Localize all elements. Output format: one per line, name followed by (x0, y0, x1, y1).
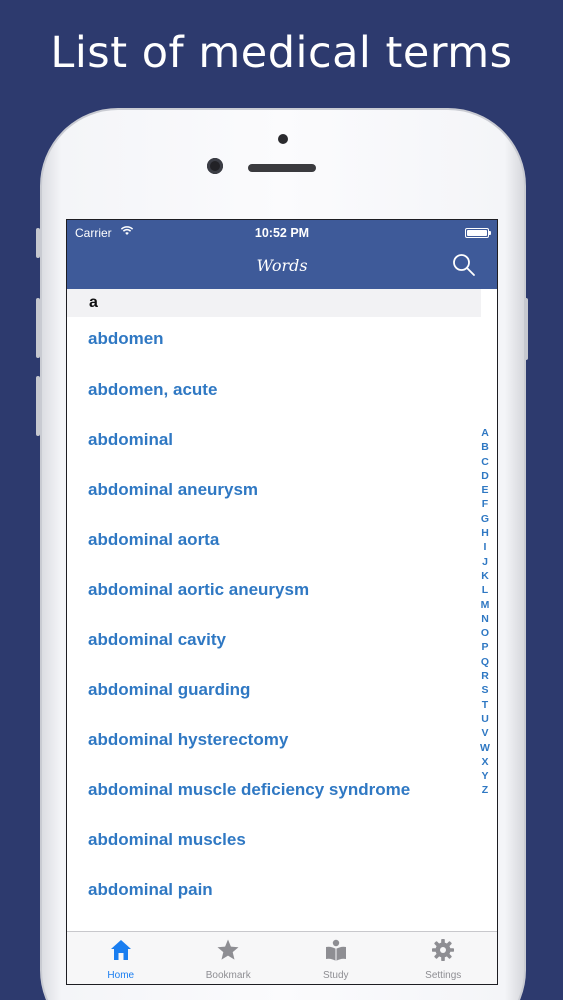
list-item[interactable]: abdominal pain (67, 865, 481, 915)
index-letter[interactable]: W (478, 741, 492, 755)
index-letter[interactable]: V (478, 726, 492, 740)
index-letter[interactable]: S (478, 683, 492, 697)
list-item[interactable]: abdominal aorta (67, 515, 481, 565)
study-book-icon (325, 939, 346, 961)
index-letter[interactable]: Y (478, 769, 492, 783)
index-letter[interactable]: C (478, 455, 492, 469)
index-letter[interactable]: D (478, 469, 492, 483)
section-header-letter: a (89, 294, 98, 311)
battery-icon (465, 228, 491, 238)
list-item[interactable]: abdomen (67, 317, 481, 365)
list-item[interactable]: abdomen, acute (67, 365, 481, 415)
index-letter[interactable]: U (478, 712, 492, 726)
index-letter[interactable]: G (478, 512, 492, 526)
tab-home[interactable]: Home (67, 932, 175, 984)
index-letter[interactable]: N (478, 612, 492, 626)
list-item[interactable]: abdominal cavity (67, 615, 481, 665)
alphabet-index[interactable]: ABCDEFGHIJKLMNOPQRSTUVWXYZ (478, 426, 492, 798)
gear-icon (432, 939, 455, 961)
proximity-sensor (278, 134, 288, 144)
status-time: 10:52 PM (254, 226, 310, 240)
section-header: a (67, 289, 481, 317)
index-letter[interactable]: Q (478, 655, 492, 669)
list-item[interactable]: abdominal muscle deficiency syndrome (67, 765, 481, 815)
status-bar: Carrier 10:52 PM (67, 220, 497, 244)
index-letter[interactable]: Z (478, 783, 492, 797)
index-letter[interactable]: H (478, 526, 492, 540)
index-letter[interactable]: B (478, 440, 492, 454)
index-letter[interactable]: L (478, 583, 492, 597)
app-screen: Carrier 10:52 PM Words a abdomen abdomen… (66, 219, 498, 985)
index-letter[interactable]: R (478, 669, 492, 683)
list-item[interactable]: abdominal guarding (67, 665, 481, 715)
index-letter[interactable]: E (478, 483, 492, 497)
front-camera (207, 158, 223, 174)
mute-switch (36, 228, 40, 258)
navigation-bar: Carrier 10:52 PM Words (67, 220, 497, 289)
index-letter[interactable]: T (478, 698, 492, 712)
tab-bookmark-label: Bookmark (205, 970, 251, 981)
volume-down-button (36, 376, 40, 436)
list-item[interactable]: abdominal muscles (67, 815, 481, 865)
list-item[interactable]: abdominal aneurysm (67, 465, 481, 515)
tab-settings-label: Settings (425, 970, 462, 981)
list-item[interactable]: abdominal hysterectomy (67, 715, 481, 765)
headline: List of medical terms (50, 28, 513, 78)
index-letter[interactable]: K (478, 569, 492, 583)
index-letter[interactable]: M (478, 598, 492, 612)
index-letter[interactable]: J (478, 555, 492, 569)
volume-up-button (36, 298, 40, 358)
index-letter[interactable]: A (478, 426, 492, 440)
tab-bookmark[interactable]: Bookmark (175, 932, 283, 984)
tab-bar: Home Bookmark Study Settings (67, 931, 497, 984)
index-letter[interactable]: P (478, 640, 492, 654)
list-item[interactable]: abdominal aortic aneurysm (67, 565, 481, 615)
search-icon[interactable] (451, 252, 477, 278)
index-letter[interactable]: F (478, 497, 492, 511)
power-button (524, 298, 528, 360)
list-item[interactable]: abdominal (67, 415, 481, 465)
star-icon (217, 939, 239, 960)
index-letter[interactable]: O (478, 626, 492, 640)
page-title: Words (256, 256, 308, 275)
index-letter[interactable]: I (478, 540, 492, 554)
tab-study[interactable]: Study (282, 932, 390, 984)
tab-home-label: Home (107, 970, 135, 981)
index-letter[interactable]: X (478, 755, 492, 769)
earpiece-speaker (248, 164, 316, 172)
home-icon (110, 940, 131, 960)
tab-study-label: Study (322, 970, 349, 981)
word-list: abdomen abdomen, acute abdominal abdomin… (67, 317, 481, 915)
tab-settings[interactable]: Settings (390, 932, 498, 984)
